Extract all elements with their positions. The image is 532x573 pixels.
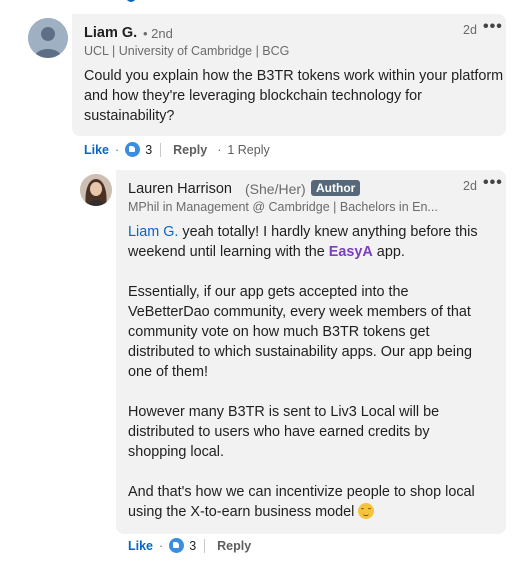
avatar[interactable] [28, 18, 68, 58]
mention-link[interactable]: Liam G. [128, 224, 178, 240]
reply-paragraph-4: And that's how we can incentivize people… [128, 482, 490, 522]
like-button[interactable]: Like [128, 539, 153, 553]
avatar[interactable] [80, 174, 112, 206]
reply-paragraph-1: Liam G. yeah totally! I hardly knew anyt… [128, 222, 490, 262]
separator-dot: · [217, 142, 222, 157]
ellipsis-icon[interactable]: ••• [483, 19, 503, 35]
reply-text-segment: yeah totally! I hardly knew anything bef… [128, 224, 478, 260]
reply-author-headline: MPhil in Management @ Cambridge | Bachel… [128, 200, 438, 214]
separator-dot: · [159, 538, 164, 553]
comment-timestamp: 2d [463, 23, 477, 37]
reply-text: Liam G. yeah totally! I hardly knew anyt… [128, 222, 490, 522]
reply-actions: Like · 3 Reply [128, 538, 251, 553]
divider [160, 142, 162, 157]
replies-count-link[interactable]: 1 Reply [227, 143, 269, 157]
reply-paragraph-2: Essentially, if our app gets accepted in… [128, 284, 472, 380]
separator-dot: · [115, 142, 120, 157]
divider [204, 538, 206, 553]
company-mention-link[interactable]: EasyA [329, 244, 373, 260]
profile-photo [80, 174, 112, 206]
author-pronouns: (She/Her) [245, 181, 306, 197]
author-badge: Author [311, 180, 361, 196]
comment-text: Could you explain how the B3TR tokens wo… [84, 66, 504, 126]
connection-degree: • 2nd [143, 26, 173, 41]
default-avatar-icon [28, 18, 68, 58]
reply-button[interactable]: Reply [217, 539, 251, 553]
like-button[interactable]: Like [84, 143, 109, 157]
upside-down-face-emoji-icon [358, 503, 375, 519]
reaction-count[interactable]: 3 [189, 539, 196, 553]
reply-author-name[interactable]: Lauren Harrison [128, 181, 232, 197]
like-reaction-icon[interactable] [125, 142, 141, 157]
comment-actions: Like · 3 Reply · 1 Reply [84, 142, 270, 157]
reply-paragraph-3: However many B3TR is sent to Liv3 Local … [128, 404, 440, 460]
reply-timestamp: 2d [463, 179, 477, 193]
reply-text-segment: And that's how we can incentivize people… [128, 484, 475, 520]
reply-text-segment: app. [372, 244, 405, 260]
comment-author-name[interactable]: Liam G. [84, 25, 137, 41]
like-reaction-icon[interactable] [169, 538, 185, 553]
comment-author-headline: UCL | University of Cambridge | BCG [84, 44, 290, 58]
like-reaction-icon [126, 0, 136, 2]
ellipsis-icon[interactable]: ••• [483, 175, 503, 191]
previous-comment-reactions-cutoff [112, 0, 202, 4]
reaction-count[interactable]: 3 [145, 143, 152, 157]
comment-body: Could you explain how the B3TR tokens wo… [84, 68, 504, 124]
reply-button[interactable]: Reply [173, 143, 207, 157]
